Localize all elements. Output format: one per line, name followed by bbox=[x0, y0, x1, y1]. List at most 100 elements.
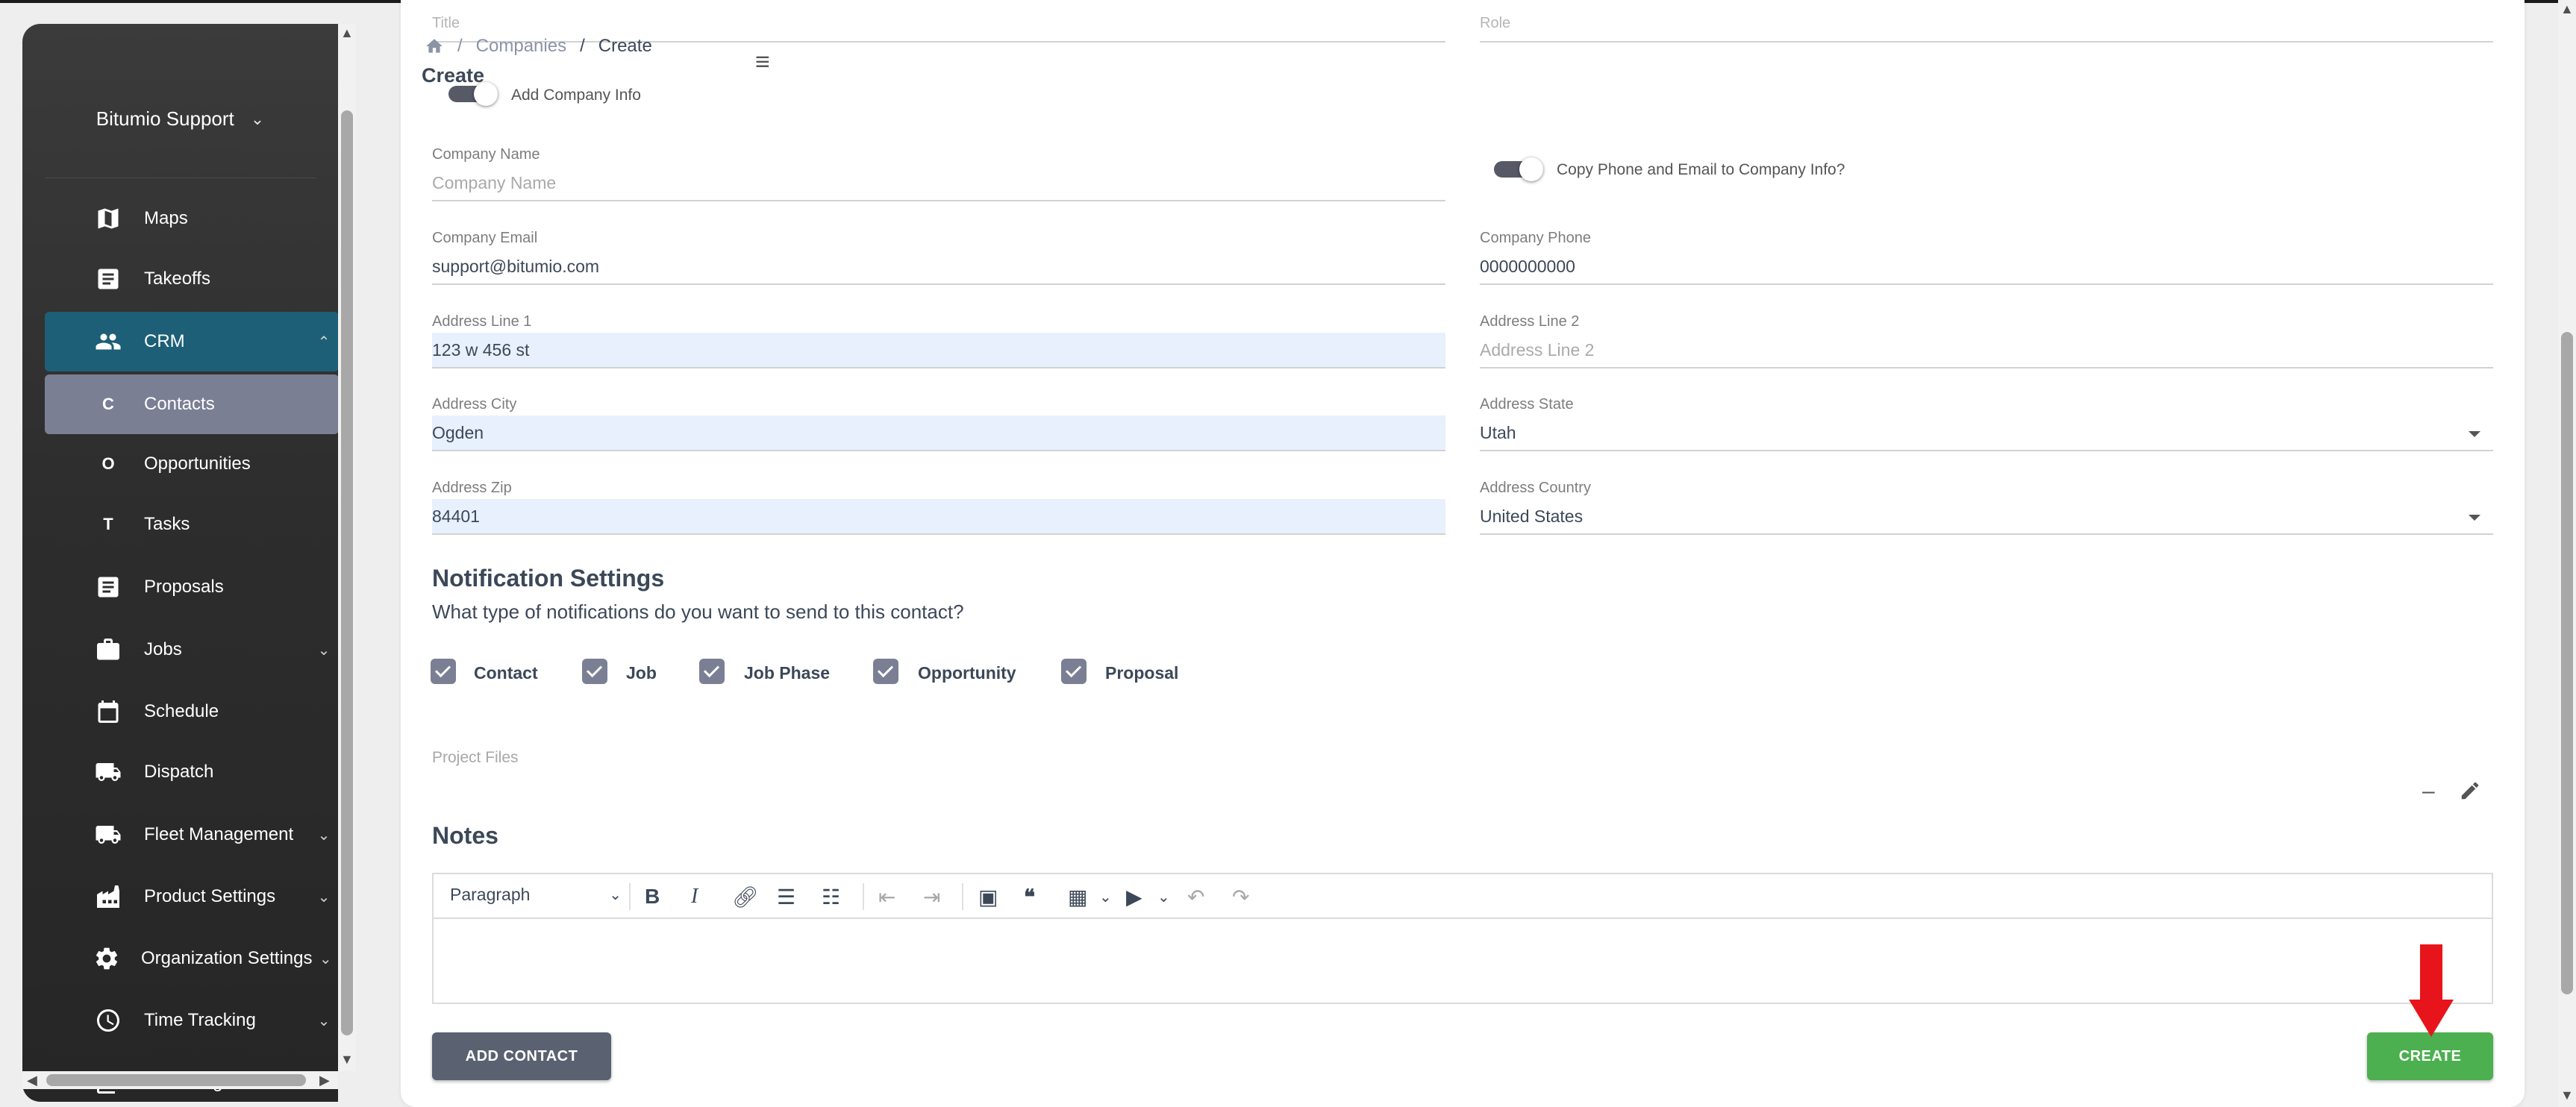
company-email-underline bbox=[432, 283, 1445, 285]
scroll-left-arrow-icon[interactable]: ◀ bbox=[27, 1073, 37, 1088]
address-line-1-input[interactable]: 123 w 456 st bbox=[432, 340, 529, 360]
notes-heading: Notes bbox=[432, 822, 498, 849]
outdent-icon[interactable]: ⇤ bbox=[878, 885, 895, 909]
sidebar-item-organization-settings[interactable]: Organization Settings ⌄ bbox=[45, 929, 338, 988]
address-line-2-label: Address Line 2 bbox=[1480, 313, 1580, 330]
indent-icon[interactable]: ⇥ bbox=[923, 885, 940, 909]
red-arrow-annotation-icon bbox=[2409, 1000, 2454, 1037]
address-country-select[interactable]: United States bbox=[1480, 507, 1583, 527]
sidebar-item-maps[interactable]: Maps bbox=[45, 189, 338, 248]
breadcrumb-current: Create bbox=[598, 36, 652, 56]
toggle-knob bbox=[1519, 157, 1543, 181]
italic-icon[interactable]: I bbox=[691, 885, 698, 909]
sidebar-item-crm[interactable]: CRM ⌃ bbox=[45, 312, 338, 371]
sidebar-item-schedule[interactable]: Schedule bbox=[45, 682, 338, 741]
bulleted-list-icon[interactable]: ☰ bbox=[777, 885, 795, 909]
chevron-down-icon: ⌄ bbox=[317, 642, 331, 659]
sidebar-item-fleet-management[interactable]: Fleet Management ⌄ bbox=[45, 805, 338, 865]
address-line-1-autofill-bg bbox=[432, 333, 1445, 368]
blockquote-icon[interactable]: ❝ bbox=[1024, 885, 1035, 909]
chevron-down-icon[interactable]: ⌄ bbox=[1157, 888, 1170, 906]
chevron-down-icon[interactable]: ⌄ bbox=[1099, 888, 1112, 906]
hamburger-menu-icon[interactable]: ≡ bbox=[755, 48, 770, 77]
add-company-info-toggle[interactable] bbox=[448, 82, 498, 106]
scroll-down-arrow-icon[interactable]: ▼ bbox=[2560, 1088, 2574, 1103]
role-field[interactable] bbox=[1480, 41, 2493, 43]
proposal-notification-checkbox[interactable] bbox=[1061, 659, 1087, 684]
minus-icon[interactable]: – bbox=[2422, 779, 2435, 804]
create-contact-form-card: Title Role / Companies / Create Create ≡… bbox=[401, 0, 2525, 1107]
add-contact-button[interactable]: ADD CONTACT bbox=[432, 1032, 611, 1080]
undo-icon[interactable]: ↶ bbox=[1187, 885, 1204, 909]
insert-image-icon[interactable]: ▣ bbox=[978, 885, 998, 909]
sidebar-item-time-tracking[interactable]: Time Tracking ⌄ bbox=[45, 991, 338, 1050]
breadcrumb-companies-link[interactable]: Companies bbox=[476, 36, 566, 57]
link-icon[interactable]: 🔗︎ bbox=[732, 885, 759, 909]
notes-rich-text-editor[interactable]: Paragraph ⌄ B I 🔗︎ ☰ ☷ ⇤ ⇥ ▣ ❝ ▦ ⌄ ▶︎ ⌄ … bbox=[432, 873, 2493, 1004]
sidebar-horizontal-scroll-thumb[interactable] bbox=[46, 1074, 306, 1086]
truck-icon bbox=[93, 757, 123, 787]
scroll-down-arrow-icon[interactable]: ▼ bbox=[340, 1052, 354, 1067]
copy-phone-email-toggle[interactable] bbox=[1494, 157, 1543, 181]
company-phone-underline bbox=[1480, 283, 2493, 285]
contact-notification-label: Contact bbox=[474, 663, 538, 683]
address-country-underline bbox=[1480, 533, 2493, 535]
contact-notification-checkbox[interactable] bbox=[431, 659, 456, 684]
company-phone-input[interactable]: 0000000000 bbox=[1480, 257, 1575, 277]
proposal-notification-label: Proposal bbox=[1105, 663, 1179, 683]
tasks-abbr: T bbox=[103, 515, 113, 533]
page-vertical-scroll-thumb[interactable] bbox=[2561, 332, 2573, 994]
address-zip-input[interactable]: 84401 bbox=[432, 507, 480, 527]
sidebar-item-label: Time Tracking bbox=[144, 1010, 256, 1030]
address-line-2-input[interactable]: Address Line 2 bbox=[1480, 340, 1594, 360]
job-notification-checkbox[interactable] bbox=[582, 659, 607, 684]
sidebar-item-contacts[interactable]: C Contacts bbox=[45, 374, 338, 434]
paragraph-style-select[interactable]: Paragraph ⌄ bbox=[450, 885, 622, 905]
org-switcher[interactable]: Bitumio Support ⌄ bbox=[22, 76, 338, 162]
scroll-up-arrow-icon[interactable]: ▲ bbox=[2560, 1, 2574, 17]
company-name-underline bbox=[432, 200, 1445, 201]
opportunity-notification-checkbox[interactable] bbox=[873, 659, 898, 684]
chevron-down-icon: ⌄ bbox=[317, 827, 331, 844]
project-files-label: Project Files bbox=[432, 749, 519, 766]
sidebar-item-opportunities[interactable]: O Opportunities bbox=[45, 434, 338, 494]
add-company-info-label: Add Company Info bbox=[511, 87, 641, 104]
pencil-icon[interactable] bbox=[2459, 780, 2481, 806]
job-phase-notification-checkbox[interactable] bbox=[699, 659, 725, 684]
sidebar-vertical-scroll-thumb[interactable] bbox=[341, 110, 353, 1035]
sidebar-item-label: CRM bbox=[144, 331, 185, 351]
title-field-label: Title bbox=[432, 15, 460, 31]
insert-media-icon[interactable]: ▶︎ bbox=[1126, 885, 1142, 909]
notification-settings-subtitle: What type of notifications do you want t… bbox=[432, 600, 964, 623]
company-email-input[interactable]: support@bitumio.com bbox=[432, 257, 599, 277]
sidebar-item-label: Proposals bbox=[144, 577, 224, 597]
contacts-abbr: C bbox=[102, 395, 114, 413]
dropdown-arrow-icon[interactable] bbox=[2469, 431, 2480, 437]
insert-table-icon[interactable]: ▦ bbox=[1068, 885, 1087, 909]
sidebar-item-jobs[interactable]: Jobs ⌄ bbox=[45, 620, 338, 680]
sidebar-item-takeoffs[interactable]: Takeoffs bbox=[45, 249, 338, 309]
address-line-1-label: Address Line 1 bbox=[432, 313, 532, 330]
sidebar-item-label: Product Settings bbox=[144, 886, 276, 906]
address-city-input[interactable]: Ogden bbox=[432, 423, 484, 443]
toolbar-separator bbox=[629, 883, 631, 910]
address-state-select[interactable]: Utah bbox=[1480, 423, 1516, 443]
sidebar-item-proposals[interactable]: Proposals bbox=[45, 557, 338, 617]
company-name-input[interactable]: Company Name bbox=[432, 173, 556, 193]
scroll-right-arrow-icon[interactable]: ▶ bbox=[319, 1073, 330, 1088]
document-icon bbox=[93, 572, 123, 602]
home-icon[interactable] bbox=[425, 37, 444, 56]
paragraph-style-value: Paragraph bbox=[450, 885, 531, 904]
opportunities-abbr: O bbox=[101, 454, 115, 473]
scroll-up-arrow-icon[interactable]: ▲ bbox=[340, 25, 354, 41]
redo-icon[interactable]: ↷ bbox=[1232, 885, 1249, 909]
numbered-list-icon[interactable]: ☷ bbox=[822, 885, 840, 909]
sidebar-item-tasks[interactable]: T Tasks bbox=[45, 495, 338, 554]
address-zip-autofill-bg bbox=[432, 499, 1445, 534]
toolbar-separator bbox=[962, 883, 963, 910]
bold-icon[interactable]: B bbox=[645, 885, 660, 909]
dropdown-arrow-icon[interactable] bbox=[2469, 515, 2480, 521]
sidebar-item-product-settings[interactable]: Product Settings ⌄ bbox=[45, 867, 338, 926]
sidebar-item-dispatch[interactable]: Dispatch bbox=[45, 742, 338, 802]
create-button[interactable]: CREATE bbox=[2367, 1032, 2493, 1080]
